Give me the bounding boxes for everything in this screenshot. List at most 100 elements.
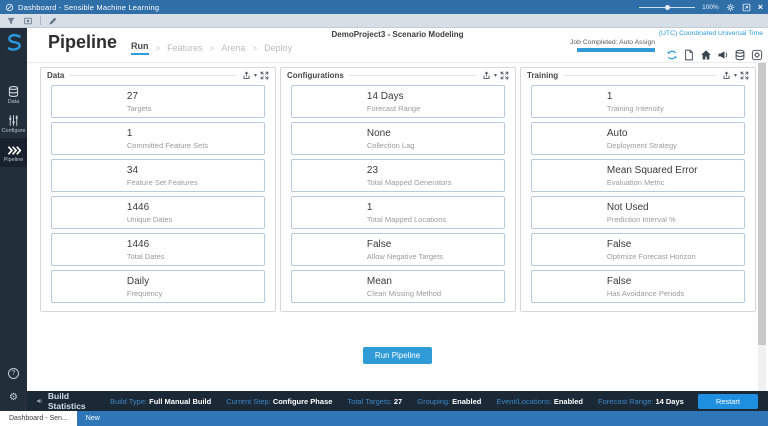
stat-value: 23 <box>366 164 379 176</box>
panel-training: Training ▾ 1 Training Intensity Auto Dep… <box>520 67 756 312</box>
stat-card: False Has Avoidance Periods <box>531 270 745 303</box>
status-stat: Grouping: Enabled <box>417 396 482 406</box>
close-icon[interactable]: × <box>758 2 763 12</box>
stat-label: Total Mapped Locations <box>366 214 447 224</box>
build-statistics-bar: Build Statistics Build Type: Full Manual … <box>27 391 768 411</box>
main-area: Data Configure Pipeline ? ⚙ Pipeline Run… <box>0 28 768 411</box>
taskbar-tab-new[interactable]: New <box>77 411 109 426</box>
chevron-down-icon[interactable]: ▾ <box>254 73 257 79</box>
titlebar: Dashboard - Sensible Machine Learning 10… <box>0 0 768 14</box>
sidebar-item-label: Configure <box>1 128 26 134</box>
settings-icon[interactable] <box>726 3 735 12</box>
expand-icon[interactable] <box>740 71 749 80</box>
database-icon[interactable] <box>734 49 746 61</box>
data-source-icon[interactable] <box>751 49 763 61</box>
stat-label: Collection Lag <box>366 140 415 150</box>
stat-value: 1 <box>606 90 613 102</box>
stat-label: Training Intensity <box>606 103 664 113</box>
toolbar-divider <box>40 16 41 25</box>
chevron-down-icon[interactable]: ▾ <box>734 73 737 79</box>
stat-label: Allow Negative Targets <box>366 251 444 261</box>
export-icon[interactable] <box>482 71 491 80</box>
stat-card: Mean Clean Missing Method <box>291 270 505 303</box>
popout-icon[interactable] <box>742 3 751 12</box>
stat-value: 1446 <box>126 201 150 213</box>
panel-title: Data <box>47 71 65 80</box>
gear-icon[interactable]: ⚙ <box>9 393 18 403</box>
stat-value: False <box>606 275 632 287</box>
vertical-scrollbar[interactable] <box>758 63 766 391</box>
scrollbar-thumb[interactable] <box>758 63 766 346</box>
stat-value: 27 <box>126 90 139 102</box>
stat-card: 1446 Unique Dates <box>51 196 265 229</box>
breadcrumb-features[interactable]: Features <box>167 43 203 53</box>
stat-value: Mean <box>366 275 392 287</box>
expand-icon[interactable] <box>500 71 509 80</box>
stat-card: False Optimize Forecast Horizon <box>531 233 745 266</box>
breadcrumb-separator: > <box>209 43 215 53</box>
help-icon[interactable]: ? <box>8 368 19 379</box>
document-icon[interactable] <box>683 49 695 61</box>
stat-card: 1446 Total Dates <box>51 233 265 266</box>
chevron-down-icon[interactable]: ▾ <box>494 73 497 79</box>
breadcrumb-separator: > <box>252 43 258 53</box>
stat-label: Deployment Strategy <box>606 140 677 150</box>
panels: Data ▾ 27 Targets 1 Committed Feature Se… <box>27 63 768 312</box>
stat-card: False Allow Negative Targets <box>291 233 505 266</box>
edit-icon[interactable] <box>48 16 58 26</box>
status-stat: Event/Locations: Enabled <box>496 396 583 406</box>
sidebar: Data Configure Pipeline ? ⚙ <box>0 28 27 411</box>
panel-divider <box>563 75 717 76</box>
content-body: Data ▾ 27 Targets 1 Committed Feature Se… <box>27 62 768 391</box>
stat-value: 34 <box>126 164 139 176</box>
stat-value: 1 <box>126 127 133 139</box>
breadcrumb-deploy[interactable]: Deploy <box>264 43 292 53</box>
window-title: Dashboard - Sensible Machine Learning <box>18 2 160 12</box>
restart-button[interactable]: Restart <box>697 393 758 409</box>
stat-value: 14 Days <box>366 90 404 102</box>
stat-card: 27 Targets <box>51 85 265 118</box>
breadcrumb-run[interactable]: Run <box>131 41 149 55</box>
sidebar-item-data[interactable]: Data <box>0 80 27 109</box>
stat-label: Total Dates <box>126 251 165 261</box>
stat-value: 1 <box>366 201 373 213</box>
stat-card: None Collection Lag <box>291 122 505 155</box>
stat-card: Mean Squared Error Evaluation Metric <box>531 159 745 192</box>
stat-label: Frequency <box>126 288 163 298</box>
app-logo <box>7 34 21 51</box>
stat-card: 1 Total Mapped Locations <box>291 196 505 229</box>
timezone-label: (UTC) Coordinated Universal Time <box>658 30 763 37</box>
filter-icon[interactable] <box>6 16 16 26</box>
zoom-slider[interactable] <box>639 3 696 11</box>
card-list: 1 Training Intensity Auto Deployment Str… <box>521 83 755 303</box>
announcement-icon[interactable] <box>717 49 729 61</box>
job-progress-bar <box>577 48 655 52</box>
breadcrumb-arena[interactable]: Arena <box>221 43 245 53</box>
card-list: 27 Targets 1 Committed Feature Sets 34 F… <box>41 83 275 303</box>
zoom-level: 100% <box>702 3 719 11</box>
build-statistics-title: Build Statistics <box>47 391 86 411</box>
taskbar-tab-dashboard-sen[interactable]: Dashboard - Sen... <box>0 411 77 426</box>
job-status-text: Job Completed: Auto Assign <box>569 39 655 46</box>
expand-icon[interactable] <box>260 71 269 80</box>
export-icon[interactable] <box>722 71 731 80</box>
stat-value: 1446 <box>126 238 150 250</box>
stat-card: Not Used Prediction Interval % <box>531 196 745 229</box>
job-status: Job Completed: Auto Assign <box>525 39 655 52</box>
home-icon[interactable] <box>700 49 712 61</box>
header-icons <box>666 49 763 61</box>
snapshot-icon[interactable] <box>23 16 33 26</box>
stat-value: Not Used <box>606 201 649 213</box>
stat-label: Evaluation Metric <box>606 177 665 187</box>
export-icon[interactable] <box>242 71 251 80</box>
sidebar-item-configure[interactable]: Configure <box>0 109 27 138</box>
stat-card: 23 Total Mapped Generators <box>291 159 505 192</box>
chevrons-icon <box>7 143 22 156</box>
breadcrumb-separator: > <box>155 43 161 53</box>
sidebar-item-label: Pipeline <box>3 157 24 163</box>
sidebar-item-pipeline[interactable]: Pipeline <box>0 138 27 167</box>
status-stat: Forecast Range: 14 Days <box>598 396 684 406</box>
run-pipeline-button[interactable]: Run Pipeline <box>362 347 433 364</box>
sync-icon[interactable] <box>666 49 678 61</box>
stat-card: 1 Training Intensity <box>531 85 745 118</box>
